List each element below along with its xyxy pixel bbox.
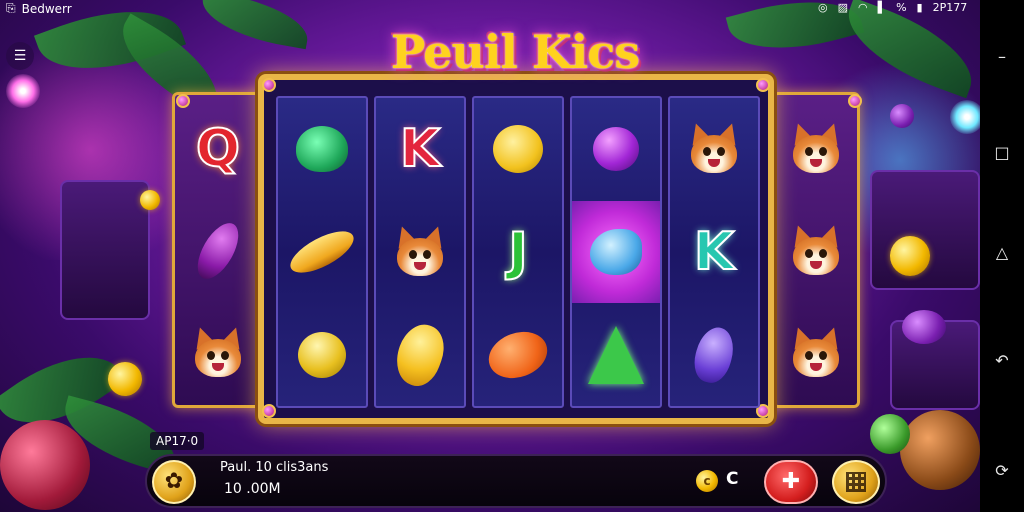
purple-gem — [902, 310, 946, 344]
autoplay-button[interactable] — [832, 460, 880, 504]
reel-cell — [376, 201, 464, 304]
symbol-j: J — [507, 221, 528, 282]
sim-icon: ▨ — [837, 1, 849, 14]
reel-cell — [572, 98, 660, 201]
nav-dash-icon[interactable]: – — [980, 42, 1024, 72]
reel-cell: J — [474, 201, 562, 304]
spin-button[interactable]: ✚ — [764, 460, 818, 504]
balance-tag: AP17·0 — [150, 432, 205, 450]
symbol-fish — [296, 126, 348, 173]
symbol-fox — [391, 223, 449, 278]
reel-cell: Q — [176, 98, 260, 200]
game-title: Peuil Kics — [390, 25, 640, 79]
reel-cell — [474, 98, 562, 201]
nav-back-icon[interactable]: ↶ — [980, 346, 1024, 376]
purple-gem — [890, 104, 914, 128]
reels-grid: K J K — [276, 96, 760, 408]
battery-percent-symbol: % — [896, 1, 907, 14]
symbol-fox — [787, 120, 845, 175]
reel-2: K — [374, 96, 466, 408]
reel-cell — [176, 302, 260, 404]
reel-cell-highlighted — [572, 200, 660, 304]
coin-count: C — [726, 469, 739, 489]
symbol-plum — [593, 127, 639, 172]
reel-cell — [278, 201, 366, 304]
symbol-q: Q — [195, 119, 241, 179]
symbol-fox — [189, 324, 247, 379]
coin-symbol: c — [703, 474, 711, 488]
symbol-pear — [689, 322, 739, 387]
left-reel: Q — [176, 98, 260, 404]
berry-fruit — [0, 420, 90, 510]
symbol-lime — [298, 331, 346, 378]
status-app-label: Bedwerr — [21, 1, 72, 16]
gold-coin — [108, 362, 142, 396]
symbol-duck — [493, 125, 543, 174]
symbol-fox — [787, 222, 845, 277]
reel-cell — [776, 302, 856, 404]
wifi-icon: ◠ — [858, 1, 868, 14]
reel-cell — [670, 98, 758, 201]
reel-cell — [572, 303, 660, 406]
bet-info-label: Paul. 10 clis3ans — [220, 460, 329, 475]
spin-icon: ✚ — [781, 469, 801, 494]
symbol-fox — [685, 120, 743, 175]
link-icon: ⎘ — [6, 1, 16, 15]
gold-coin — [140, 190, 160, 210]
signal-icon: ▌ — [877, 1, 887, 14]
reel-4 — [570, 96, 662, 408]
android-nav-bar: – □ △ ↶ ⟳ — [980, 0, 1024, 512]
symbol-dolphin — [590, 228, 642, 275]
reel-cell — [670, 303, 758, 406]
nav-home-icon[interactable]: △ — [980, 238, 1024, 268]
symbol-grapes — [189, 216, 247, 286]
reel-cell: K — [376, 98, 464, 201]
battery-icon: ▮ — [916, 1, 923, 14]
grid-icon — [846, 472, 866, 492]
reel-cell — [176, 200, 260, 302]
reel-3: J — [472, 96, 564, 408]
pink-lamp — [6, 74, 40, 108]
symbol-mango — [388, 318, 452, 392]
reel-cell — [376, 303, 464, 406]
symbol-carrot — [482, 323, 554, 386]
reel-cell — [278, 98, 366, 201]
nav-rotate-icon[interactable]: ⟳ — [980, 456, 1024, 486]
symbol-tree — [588, 325, 644, 384]
status-bar: ⎘ Bedwerr ◎ ▨ ◠ ▌ % ▮ 2P177 — [0, 0, 1024, 18]
frame-gem — [756, 78, 770, 92]
gold-coin — [890, 236, 930, 276]
menu-icon[interactable]: ☰ — [6, 42, 34, 70]
coconut — [900, 410, 980, 490]
reel-cell — [474, 303, 562, 406]
reel-cell — [776, 200, 856, 302]
right-reel — [776, 98, 856, 404]
symbol-banana — [284, 223, 360, 281]
symbol-k: K — [399, 119, 441, 180]
reel-cell — [278, 303, 366, 406]
arcade-machine — [870, 170, 980, 290]
settings-button[interactable]: ✿ — [152, 460, 196, 504]
symbol-k: K — [693, 221, 735, 282]
reel-cell — [776, 98, 856, 200]
frame-gem — [262, 404, 276, 418]
reel-5: K — [668, 96, 760, 408]
frame-gem — [262, 78, 276, 92]
lime-fruit — [870, 414, 910, 454]
reel-cell: K — [670, 201, 758, 304]
flower-icon: ✿ — [164, 469, 184, 494]
nav-square-icon[interactable]: □ — [980, 138, 1024, 168]
arcade-machine — [60, 180, 150, 320]
blue-lamp — [950, 100, 980, 134]
symbol-fox — [787, 324, 845, 379]
reel-1 — [276, 96, 368, 408]
status-time: 2P177 — [932, 1, 968, 14]
coin-icon: c — [696, 470, 718, 492]
bet-value: 10 .00M — [224, 481, 281, 497]
sync-icon: ◎ — [818, 1, 828, 14]
